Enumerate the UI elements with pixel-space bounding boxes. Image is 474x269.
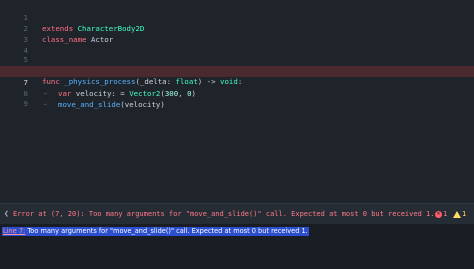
error-status-bar: ❮ Error at (7, 20): Too many arguments f… [0,203,474,224]
code-line-1[interactable]: 1 extends CharacterBody2D [0,1,474,33]
line-number: 9 [23,99,28,108]
output-panel: Line 7: Too many arguments for "move_and… [0,224,474,269]
code-line-3[interactable]: 3 [0,23,474,44]
code-line-5[interactable]: 5 ⌄ func _physics_process(_delta: float)… [0,43,474,86]
line-link[interactable]: Line 7: [3,227,25,235]
code-line-2[interactable]: 2 class_name Actor [0,12,474,44]
error-message[interactable]: Error at (7, 20): Too many arguments for… [13,204,434,224]
code-editor[interactable]: 1 extends CharacterBody2D 2 class_name A… [0,0,474,203]
error-count: 1 [443,210,448,218]
code-token: (velocity) [120,100,165,109]
output-message: Too many arguments for "move_and_slide()… [27,227,308,235]
code-line-6[interactable]: 6 ⇥ var velocity: = Vector2(300, 0) [0,55,474,98]
warning-icon [453,210,461,218]
tab-indent-icon: ⇥ [43,101,47,108]
code-line-7-error[interactable]: 7 ⇥ move_and_slide(velocity) [0,66,474,109]
code-line-9[interactable]: 9 [0,87,474,108]
warning-count: 1 [462,210,467,218]
output-error-line[interactable]: Line 7: Too many arguments for "move_and… [2,227,309,236]
error-icon: ✕ [435,210,442,218]
code-text[interactable]: move_and_slide(velocity) [58,99,165,110]
code-token: move_and_slide [58,100,121,109]
warning-count-button[interactable]: 1 [453,204,466,224]
error-count-button[interactable]: ✕ 1 [435,204,447,224]
collapse-chevron-icon[interactable]: ❮ [4,204,9,224]
